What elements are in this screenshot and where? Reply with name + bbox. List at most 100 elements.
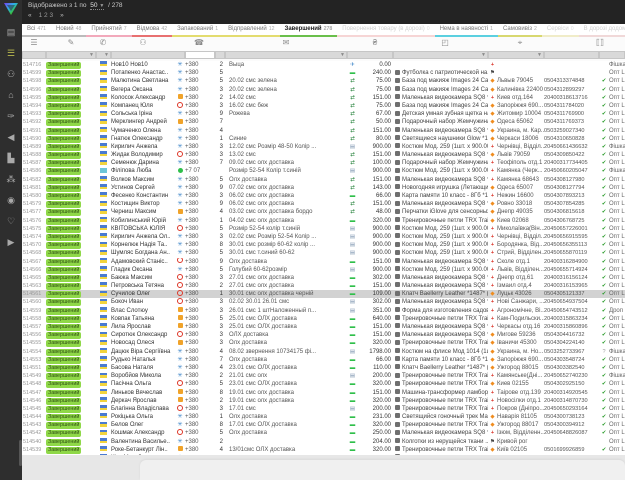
last-page-icon[interactable]: » xyxy=(60,12,64,19)
tab-Новий[interactable]: Новий48 xyxy=(51,24,86,37)
table-row[interactable]: 514716ЗавершенийНов10 Нов10✳+3802Выца✈0.… xyxy=(22,61,625,69)
table-row[interactable]: 514545ЗавершенийБлагінна Владіслава+3803… xyxy=(22,405,625,413)
table-row[interactable]: 514547ЗавершенийЛиньков Вячеслав+380819.… xyxy=(22,389,625,397)
table-row[interactable]: 514549ЗавершенийВоробйов Микола✳+380221.… xyxy=(22,372,625,380)
tab-Сервіси[interactable]: Сервіси0 xyxy=(542,24,579,37)
tab-Самовивіз[interactable]: Самовивіз2 xyxy=(498,24,542,37)
filter-id[interactable] xyxy=(22,51,46,59)
table-row[interactable]: 514570ЗавершенийКорнелюк Надія Та..✳+380… xyxy=(22,241,625,249)
bank-icon[interactable]: ⌂ xyxy=(4,89,18,101)
table-row[interactable]: 514559ЗавершенийВлас Слотюу+380326.01 см… xyxy=(22,307,625,315)
table-row[interactable]: 514591ЗавершенийЧумаченко Олена✳+3804⇄15… xyxy=(22,127,625,135)
table-row[interactable]: 514556ЗавершенийСиротюк Олександр+3803ОЛ… xyxy=(22,331,625,339)
phone-icon[interactable]: ☎ xyxy=(194,38,204,47)
customers-icon[interactable]: ⚇ xyxy=(4,68,18,80)
filter-city[interactable]: ▼ xyxy=(488,51,544,59)
notes-icon[interactable]: ✑ xyxy=(4,110,18,122)
table-row[interactable]: 514539ЗавершенийРоке-Бетанкурт Лін..+380… xyxy=(22,446,625,454)
filter-ttn[interactable] xyxy=(544,51,599,59)
status-edit-icon[interactable]: ✎ xyxy=(68,38,75,47)
filter-product[interactable]: ▼ xyxy=(393,51,488,59)
info-icon[interactable]: ◉ xyxy=(4,194,18,206)
network-icon[interactable]: ⁂ xyxy=(4,173,18,185)
video-icon[interactable]: ▶ xyxy=(4,236,18,248)
table-row[interactable]: 514577ЗавершенийЧерниш Максим+380403.02 … xyxy=(22,208,625,216)
table-row[interactable]: 514543ЗавершенийБелов Олег✳+380817.01 см… xyxy=(22,421,625,429)
table-row[interactable]: 514593ЗавершенийСольська Іріна✳+3809Роже… xyxy=(22,110,625,118)
table-row[interactable]: 514540ЗавершенийВалентина Василье..✳+380… xyxy=(22,438,625,446)
table-row[interactable]: 514599ЗавершенийПотапенко Анастас..✳+380… xyxy=(22,69,625,77)
filter-qty[interactable] xyxy=(215,51,225,59)
table-row[interactable]: 514594ЗавершенийКомпанец Юля+380316.02 с… xyxy=(22,102,625,110)
table-row[interactable]: 514542ЗавершенийКошмак Александр+3805Олх… xyxy=(22,429,625,437)
table-row[interactable]: 514598ЗавершенийМалютина Светлана✳+38052… xyxy=(22,77,625,85)
table-row[interactable]: 514586ЗавершенийФіліпова Люба+7 07Розмір… xyxy=(22,167,625,175)
table-row[interactable]: 514590ЗавершенийГнатюк Олександр✳+3801Си… xyxy=(22,135,625,143)
table-row[interactable]: 514553ЗавершенийРудько Наталья✳+3807Олх … xyxy=(22,356,625,364)
filter-flag[interactable]: ▼ xyxy=(96,51,111,59)
ttn-icon[interactable]: ⟦⟧ xyxy=(596,38,604,47)
filter-status[interactable]: ▼ xyxy=(46,51,96,59)
sidebar-scrollbar[interactable] xyxy=(19,440,22,466)
tab-Запакований[interactable]: Запакований1 xyxy=(172,24,223,37)
table-row[interactable]: 514575ЗавершенийКВІТОВСЬКА ЮЛІЯ+3805Розм… xyxy=(22,225,625,233)
table-row[interactable]: 514592ЗавершенийМерклингер Андрей+3807⇄5… xyxy=(22,118,625,126)
tab-Відмова[interactable]: Відмова42 xyxy=(132,24,173,37)
stats-icon[interactable]: ▙ xyxy=(4,152,18,164)
tab-В дорозі додому[interactable]: В дорозі додому0 xyxy=(579,24,625,37)
tab-Всі[interactable]: Всі471 xyxy=(22,24,51,37)
tab-Відправлений[interactable]: Відправлений12 xyxy=(223,24,279,37)
filter-pay[interactable] xyxy=(347,51,393,59)
table-row[interactable]: 514563ЗавершенийПетровська Тетяна+380227… xyxy=(22,282,625,290)
table-row[interactable]: 514595ЗавершенийКолосок Александр+380214… xyxy=(22,94,625,102)
clients-icon[interactable]: ⚇ xyxy=(139,38,146,47)
table-row[interactable]: 514555ЗавершенийНовосад Олеся+3803Олх до… xyxy=(22,339,625,347)
table-row[interactable]: 514560ЗавершенийБокоч Иван+380302.02 30.… xyxy=(22,298,625,306)
table-row[interactable]: 514544ЗавершенийРокіцька Ольга✳+3801Олх … xyxy=(22,413,625,421)
product-icon[interactable]: ◰ xyxy=(441,38,449,47)
table-row[interactable]: 514546ЗавершенийДеркач Ярослав+380219.01… xyxy=(22,397,625,405)
support-icon[interactable]: ♡ xyxy=(4,215,18,227)
marketing-icon[interactable]: ◀ xyxy=(4,131,18,143)
table-row[interactable]: 514582ЗавершенийВолков Максим✳+3805Олх д… xyxy=(22,176,625,184)
table-row[interactable]: 514587ЗавершенийСеменюк Дарина✳+380709.0… xyxy=(22,159,625,167)
table-row[interactable]: 514565ЗавершенийБаюка Максим+380327.01 с… xyxy=(22,274,625,282)
per-page-dropdown[interactable]: 50 ▼ xyxy=(90,2,104,10)
table-row[interactable]: 514567ЗавершенийАдамовский Станіс..+3809… xyxy=(22,258,625,266)
table-row[interactable]: 514554ЗавершенийДацюк Віра Сергіївна✳+38… xyxy=(22,348,625,356)
tab-Повернення товару (в дорозі)[interactable]: Повернення товару (в дорозі)0 xyxy=(337,24,434,37)
table-row[interactable]: 514551ЗавершенийБасова Наталя✳+380423.01… xyxy=(22,364,625,372)
app-logo-icon[interactable] xyxy=(3,2,19,16)
product-icon xyxy=(395,323,400,328)
table-row[interactable]: 514588ЗавершенийЖидак Володимир+380313.0… xyxy=(22,151,625,159)
callback-icon[interactable]: ✆ xyxy=(100,38,107,47)
table-row[interactable]: 514596ЗавершенийВегера Оксана✳+380320.02… xyxy=(22,86,625,94)
first-page-icon[interactable]: « xyxy=(28,12,32,19)
table-row[interactable]: 514579ЗавершенийКостищин Виктор✳+380906.… xyxy=(22,200,625,208)
comment-icon[interactable]: ✉ xyxy=(283,38,290,47)
table-row[interactable]: 514557ЗавершенийЛила Ярослав+380325.01 с… xyxy=(22,323,625,331)
location-icon[interactable]: ⌖ xyxy=(518,38,523,48)
orders-icon[interactable]: ☰ xyxy=(4,47,18,59)
tab-Нема в наявності[interactable]: Нема в наявності1 xyxy=(435,24,498,37)
table-row[interactable]: 514581ЗавершенийУстинов Сергей✳+380907.0… xyxy=(22,184,625,192)
table-row[interactable]: 514566ЗавершенийГладик Оксана✳+3805Голуб… xyxy=(22,266,625,274)
tab-Прийнятий[interactable]: Прийнятий7 xyxy=(86,24,131,37)
table-row[interactable]: 514589ЗавершенийКирилич Анжела✳+380312.0… xyxy=(22,143,625,151)
filter-tag[interactable] xyxy=(599,51,625,59)
rows-icon[interactable]: ☰ xyxy=(30,38,37,47)
table-row[interactable]: 514576ЗавершенийКобилинський Юрій✳+38010… xyxy=(22,217,625,225)
filter-phone[interactable] xyxy=(185,51,215,59)
table-row[interactable]: 514558ЗавершенийКовпак Татьяна+380525.01… xyxy=(22,315,625,323)
table-row[interactable]: 514574ЗавершенийКирилич Анжела Ол..✳+380… xyxy=(22,233,625,241)
gallery-icon[interactable]: ▤ xyxy=(4,26,18,38)
filter-comment[interactable]: ▼ xyxy=(225,51,347,59)
filter-name[interactable] xyxy=(111,51,185,59)
tab-Завершений[interactable]: Завершений278 xyxy=(280,24,338,37)
table-row[interactable]: 514561ЗавершенийСучилов Олег+380130.01 с… xyxy=(22,290,625,298)
money-icon[interactable]: ₴ xyxy=(373,38,377,47)
table-row[interactable]: 514548ЗавершенийПасічна Ольга+380523.01 … xyxy=(22,380,625,388)
table-row[interactable]: 514568ЗавершенийШумляс Богдана Ан..✳+380… xyxy=(22,249,625,257)
table-row[interactable]: 514580ЗавершенийФесенко Константин✳+3803… xyxy=(22,192,625,200)
product-icon-cell xyxy=(393,94,402,102)
